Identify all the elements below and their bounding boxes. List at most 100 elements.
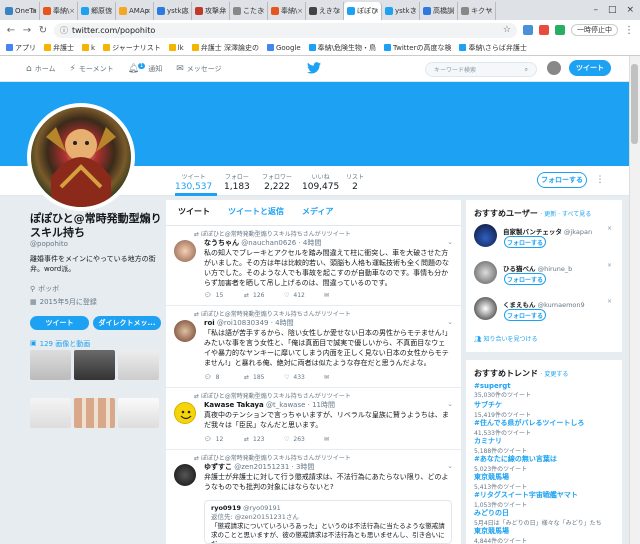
forward-arrow-icon[interactable]: → xyxy=(22,25,32,36)
twitter-bird-icon[interactable] xyxy=(307,62,321,77)
quoted-tweet[interactable]: ryo0919 @ryo09191 返信先: @zen20151231さん 「懲… xyxy=(204,500,452,544)
maximize-button[interactable]: □ xyxy=(608,5,617,15)
follow-button[interactable]: フォローする xyxy=(537,172,587,188)
profile-avatar[interactable] xyxy=(27,103,135,211)
my-avatar[interactable] xyxy=(547,61,561,75)
stat-4[interactable]: リスト 2 xyxy=(346,172,364,192)
smiley-avatar[interactable] xyxy=(174,402,196,424)
like-button[interactable]: ♡ 263 xyxy=(284,436,314,443)
media-thumbnail[interactable] xyxy=(118,398,159,428)
reload-icon[interactable]: ↻ xyxy=(38,25,48,36)
extension-icon[interactable] xyxy=(539,25,549,35)
dm-button[interactable]: ✉ xyxy=(324,374,354,381)
media-thumbnail[interactable] xyxy=(74,398,115,428)
bookmark-item[interactable]: ジャーナリスト xyxy=(103,43,161,53)
close-tab-icon[interactable]: × xyxy=(297,7,303,15)
nav-notifications[interactable]: 🔔︎ 1 通知 xyxy=(128,62,162,74)
trend-item[interactable]: #supergt 35,030件のツイート xyxy=(474,382,614,399)
search-icon[interactable]: ⌕ xyxy=(525,66,528,74)
close-tab-icon[interactable]: × xyxy=(373,7,379,15)
user-avatar[interactable] xyxy=(474,224,497,247)
nav-moments[interactable]: ⚡ モーメント xyxy=(70,64,114,74)
tweet-author-name[interactable]: Kawase Takaya xyxy=(204,401,264,409)
close-tab-icon[interactable]: × xyxy=(221,7,227,15)
bookmark-item[interactable]: lk xyxy=(168,44,184,52)
dismiss-icon[interactable]: × xyxy=(607,262,612,269)
chevron-down-icon[interactable]: ⌄ xyxy=(447,318,453,326)
trend-item[interactable]: #リタグスイート宇宙戦艦ヤマト 1,053件のツイート xyxy=(474,490,614,509)
bookmark-item[interactable]: 奉納\さらば弁護士 xyxy=(459,43,527,53)
close-tab-icon[interactable]: × xyxy=(107,7,113,15)
stat-2[interactable]: フォロワー 2,222 xyxy=(262,172,292,192)
tweet[interactable]: ⇄ ぽぽひと@常時発動型煽りスキル持ちさんがリツイート なうちゃん @nauch… xyxy=(166,226,461,306)
tweet-author-name[interactable]: なうちゃん xyxy=(204,239,239,247)
browser-tab[interactable]: 高橋訓 × xyxy=(420,2,458,20)
like-button[interactable]: ♡ 412 xyxy=(284,292,314,299)
bookmark-item[interactable]: 弁護士 深澤論史の xyxy=(191,43,259,53)
refresh-link[interactable]: · 更新 · すべて見る xyxy=(540,211,591,218)
profile-tweet-button[interactable]: ツイート xyxy=(30,316,89,330)
search-input[interactable]: キーワード検索 ⌕ xyxy=(425,62,537,77)
tweet-avatar[interactable] xyxy=(174,320,196,342)
bookmark-item[interactable]: k xyxy=(82,44,95,52)
browser-tab[interactable]: OneTa × xyxy=(2,2,40,20)
bookmark-item[interactable]: 弁護士 xyxy=(44,43,74,53)
browser-tab[interactable]: えきな × xyxy=(306,2,344,20)
tab-tweets[interactable]: ツイート xyxy=(178,206,210,219)
tweet[interactable]: ⇄ ぽぽひと@常時発動型煽りスキル持ちさんがリツイート Kawase Takay… xyxy=(166,388,461,450)
suggested-user[interactable]: ひる猫べん @hirune_b フォローする × xyxy=(474,261,614,289)
close-tab-icon[interactable]: × xyxy=(69,7,75,15)
stat-1[interactable]: フォロー 1,183 xyxy=(224,172,250,192)
dm-button[interactable]: ✉ xyxy=(324,292,354,299)
extension-icon[interactable] xyxy=(555,25,565,35)
browser-tab[interactable]: こたき × xyxy=(230,2,268,20)
browser-tab[interactable]: ystk応 × xyxy=(154,2,192,20)
trend-item[interactable]: #あなたに線の無い言葉は 5,023件のツイート xyxy=(474,454,614,473)
trend-item[interactable]: サブチケ 15,419件のツイート xyxy=(474,400,614,419)
trend-item[interactable]: カミナリ 5,188件のツイート xyxy=(474,436,614,455)
close-window-button[interactable]: × xyxy=(626,5,634,15)
nav-messages[interactable]: ✉ メッセージ xyxy=(176,64,221,74)
photos-videos-link[interactable]: ▣ 129 画像と動画 xyxy=(30,339,90,349)
tweet-avatar[interactable] xyxy=(174,240,196,262)
media-thumbnail[interactable] xyxy=(30,350,71,380)
media-thumbnail[interactable] xyxy=(118,350,159,380)
more-options-icon[interactable]: ⋮ xyxy=(593,172,607,188)
find-friends-link[interactable]: 👥︎ 知り合いを見つける xyxy=(474,334,538,343)
follow-user-button[interactable]: フォローする xyxy=(504,273,546,285)
browser-tab[interactable]: AMAp × xyxy=(116,2,154,20)
browser-tab[interactable]: キクヤ × xyxy=(458,2,496,20)
bookmark-item[interactable]: Twitterの高度な検 xyxy=(384,43,451,53)
browser-tab[interactable]: 奉納\ × xyxy=(40,2,78,20)
trend-item[interactable]: 東京競馬場 5,413件のツイート xyxy=(474,472,614,491)
bookmark-item[interactable]: Google xyxy=(266,44,301,52)
chevron-down-icon[interactable]: ⌄ xyxy=(447,462,453,470)
browser-tab[interactable]: ystkさ × xyxy=(382,2,420,20)
bookmark-item[interactable]: 奉納\危険生物・鳥 xyxy=(308,43,376,53)
nav-home[interactable]: ⌂ ホーム xyxy=(26,64,56,74)
reply-button[interactable]: 💬︎ 12 xyxy=(204,436,234,443)
dismiss-icon[interactable]: × xyxy=(607,225,612,232)
compose-tweet-button[interactable]: ツイート xyxy=(569,60,611,76)
scrollbar-thumb[interactable] xyxy=(631,64,638,144)
tweet-author-name[interactable]: roi xyxy=(204,319,215,327)
close-tab-icon[interactable]: × xyxy=(31,7,37,15)
retweet-button[interactable]: ⇄ 126 xyxy=(244,292,274,299)
tweet-avatar[interactable] xyxy=(174,464,196,486)
close-tab-icon[interactable]: × xyxy=(411,7,417,15)
extension-icon[interactable] xyxy=(523,25,533,35)
bookmark-item[interactable]: アプリ xyxy=(6,43,36,53)
bookmark-star-icon[interactable]: ☆ xyxy=(503,25,511,35)
follow-user-button[interactable]: フォローする xyxy=(504,236,546,248)
profile-handle[interactable]: @popohito xyxy=(30,240,68,248)
browser-tab[interactable]: 攻撃弁 × xyxy=(192,2,230,20)
reply-button[interactable]: 💬︎ 15 xyxy=(204,292,234,299)
suggested-user[interactable]: 自家製バンチェッタ @jkapan フォローする × xyxy=(474,224,614,252)
suggested-user[interactable]: くまえもん @kumaemon9 フォローする × xyxy=(474,297,614,325)
chevron-down-icon[interactable]: ⌄ xyxy=(447,238,453,246)
trend-item[interactable]: みどりの日 5月4日は「みどりの日」様々な「みどり」たち xyxy=(474,508,614,527)
close-tab-icon[interactable]: × xyxy=(335,7,341,15)
tab-tweets-and-replies[interactable]: ツイートと返信 xyxy=(228,206,284,219)
close-tab-icon[interactable]: × xyxy=(487,7,493,15)
reply-button[interactable]: 💬︎ 8 xyxy=(204,374,234,381)
